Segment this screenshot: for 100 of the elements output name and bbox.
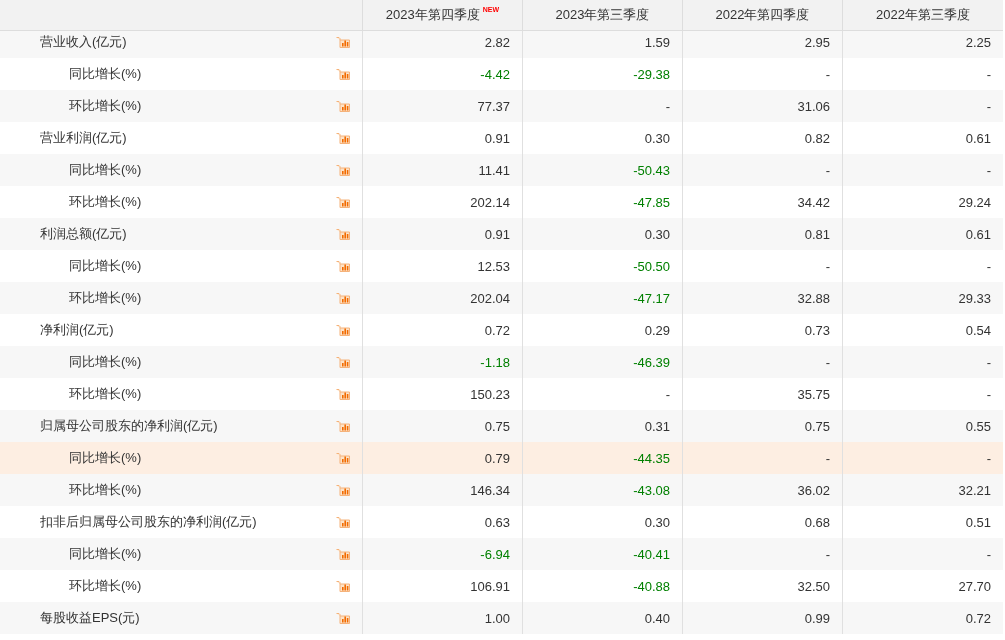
- table-cell: 32.50: [797, 578, 830, 594]
- bar-chart-icon[interactable]: [336, 548, 350, 560]
- table-cell: -: [986, 66, 991, 82]
- table-cell: 0.30: [644, 130, 670, 146]
- table-cell: -: [825, 546, 830, 562]
- row-label: 同比增长(%): [69, 161, 142, 179]
- bar-chart-icon[interactable]: [336, 484, 350, 496]
- table-cell: -: [825, 258, 830, 274]
- bar-chart-icon[interactable]: [336, 324, 350, 336]
- table-cell: 0.81: [804, 226, 830, 242]
- table-cell: 0.72: [484, 322, 510, 338]
- table-cell: 150.23: [470, 386, 510, 402]
- table-cell: 0.99: [804, 610, 830, 626]
- table-cell: -29.38: [633, 66, 670, 82]
- table-cell: 0.29: [644, 322, 670, 338]
- bar-chart-icon[interactable]: [336, 68, 350, 80]
- bar-chart-icon[interactable]: [336, 292, 350, 304]
- column-header: 2023年第四季度: [385, 6, 480, 24]
- bar-chart-icon[interactable]: [336, 36, 350, 48]
- table-cell: 36.02: [797, 482, 830, 498]
- table-cell: 0.91: [484, 226, 510, 242]
- table-cell: -: [986, 162, 991, 178]
- table-cell: 0.82: [804, 130, 830, 146]
- table-cell: 0.54: [965, 322, 991, 338]
- bar-chart-icon[interactable]: [336, 228, 350, 240]
- table-cell: 12.53: [477, 258, 510, 274]
- table-cell: 0.68: [804, 514, 830, 530]
- table-cell: 1.59: [644, 34, 670, 50]
- row-label: 每股收益EPS(元): [40, 609, 140, 627]
- table-cell: 106.91: [470, 578, 510, 594]
- table-cell: -4.42: [480, 66, 510, 82]
- table-cell: 2.95: [804, 34, 830, 50]
- table-cell: 0.61: [965, 226, 991, 242]
- table-cell: -43.08: [633, 482, 670, 498]
- bar-chart-icon[interactable]: [336, 580, 350, 592]
- table-cell: -: [825, 66, 830, 82]
- table-cell: 0.73: [804, 322, 830, 338]
- row-label: 环比增长(%): [69, 385, 142, 403]
- row-label: 净利润(亿元): [40, 321, 114, 339]
- column-header: 2023年第三季度: [555, 6, 650, 24]
- table-cell: 27.70: [958, 578, 991, 594]
- table-cell: 32.88: [797, 290, 830, 306]
- row-label: 同比增长(%): [69, 545, 142, 563]
- table-cell: -: [986, 258, 991, 274]
- table-cell: -47.85: [633, 194, 670, 210]
- column-header: 2022年第四季度: [715, 6, 810, 24]
- table-cell: 11.41: [478, 162, 510, 178]
- table-cell: 34.42: [797, 194, 830, 210]
- bar-chart-icon[interactable]: [336, 516, 350, 528]
- row-label: 同比增长(%): [69, 353, 142, 371]
- table-cell: -46.39: [633, 354, 670, 370]
- table-cell: -: [986, 450, 991, 466]
- table-cell: -: [825, 354, 830, 370]
- table-cell: 0.63: [484, 514, 510, 530]
- table-cell: -: [986, 98, 991, 114]
- table-cell: -: [986, 354, 991, 370]
- table-cell: -40.88: [633, 578, 670, 594]
- column-header: 2022年第三季度: [876, 6, 970, 24]
- table-cell: 0.30: [644, 514, 670, 530]
- table-cell: 0.61: [965, 130, 991, 146]
- table-cell: -: [665, 98, 670, 114]
- row-label: 环比增长(%): [69, 481, 142, 499]
- row-label: 同比增长(%): [69, 257, 142, 275]
- table-cell: 0.75: [804, 418, 830, 434]
- row-label: 扣非后归属母公司股东的净利润(亿元): [40, 513, 257, 531]
- table-cell: 2.82: [484, 34, 510, 50]
- table-cell: -50.50: [633, 258, 670, 274]
- table-cell: 0.75: [484, 418, 510, 434]
- bar-chart-icon[interactable]: [336, 612, 350, 624]
- table-cell: 0.79: [484, 450, 510, 466]
- table-cell: 0.30: [644, 226, 670, 242]
- bar-chart-icon[interactable]: [336, 420, 350, 432]
- table-cell: 29.24: [958, 194, 991, 210]
- row-label: 同比增长(%): [69, 449, 142, 467]
- table-cell: 202.14: [470, 194, 510, 210]
- bar-chart-icon[interactable]: [336, 452, 350, 464]
- bar-chart-icon[interactable]: [336, 164, 350, 176]
- table-cell: 0.72: [965, 610, 991, 626]
- table-cell: 202.04: [470, 290, 510, 306]
- table-cell: 0.91: [484, 130, 510, 146]
- table-cell: -: [825, 162, 830, 178]
- table-cell: -50.43: [633, 162, 670, 178]
- row-label: 利润总额(亿元): [40, 225, 127, 243]
- table-cell: 32.21: [958, 482, 991, 498]
- bar-chart-icon[interactable]: [336, 132, 350, 144]
- bar-chart-icon[interactable]: [336, 196, 350, 208]
- bar-chart-icon[interactable]: [336, 100, 350, 112]
- table-cell: 35.75: [797, 386, 830, 402]
- table-cell: 0.40: [644, 610, 670, 626]
- row-label: 同比增长(%): [69, 65, 142, 83]
- table-cell: 0.55: [965, 418, 991, 434]
- table-cell: 0.31: [644, 418, 670, 434]
- table-cell: -40.41: [633, 546, 670, 562]
- bar-chart-icon[interactable]: [336, 388, 350, 400]
- table-cell: -6.94: [480, 546, 510, 562]
- table-cell: 1.00: [484, 610, 510, 626]
- table-cell: -: [986, 386, 991, 402]
- row-label: 营业利润(亿元): [40, 129, 127, 147]
- bar-chart-icon[interactable]: [336, 260, 350, 272]
- bar-chart-icon[interactable]: [336, 356, 350, 368]
